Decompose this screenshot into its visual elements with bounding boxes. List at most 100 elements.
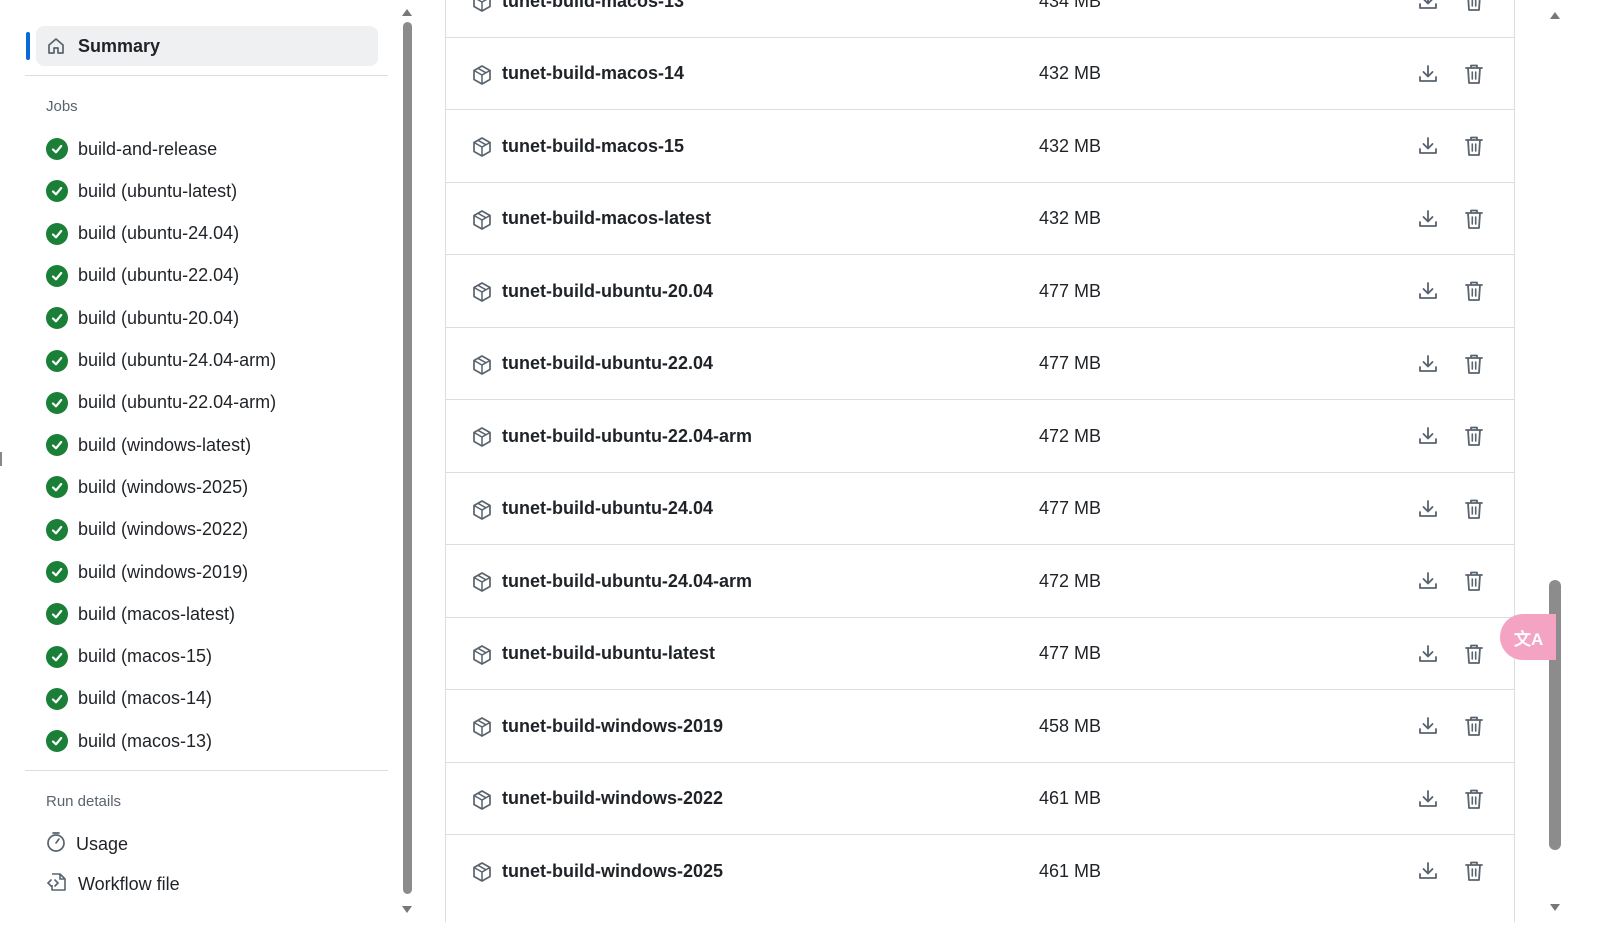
job-item[interactable]: build (windows-latest) [46,430,251,460]
trash-icon[interactable] [1464,715,1484,737]
artifact-name-link[interactable]: tunet-build-macos-14 [502,63,684,84]
download-icon[interactable] [1417,498,1439,520]
artifact-name-link[interactable]: tunet-build-ubuntu-22.04 [502,353,713,374]
artifact-name-link[interactable]: tunet-build-windows-2022 [502,788,723,809]
trash-icon[interactable] [1464,353,1484,375]
run-details-title: Run details [46,793,122,810]
job-item[interactable]: build (windows-2019) [46,557,248,587]
page-scroll-down-arrow-icon[interactable] [1550,904,1560,911]
scroll-down-arrow-icon[interactable] [402,906,412,913]
artifact-name-link[interactable]: tunet-build-macos-15 [502,136,684,157]
trash-icon[interactable] [1464,135,1484,157]
download-icon[interactable] [1417,280,1439,302]
job-label: build (windows-latest) [78,434,252,455]
artifact-size: 434 MB [1039,0,1102,11]
package-icon [471,426,493,448]
job-item[interactable]: build (windows-2022) [46,515,248,545]
divider [25,75,388,76]
artifact-name-link[interactable]: tunet-build-ubuntu-24.04-arm [502,571,752,592]
trash-icon[interactable] [1464,425,1484,447]
artifact-size: 432 MB [1039,63,1102,83]
check-circle-icon [46,264,68,287]
job-label: build (macos-13) [78,730,213,751]
trash-icon[interactable] [1464,63,1484,85]
file-code-icon [46,871,68,898]
sidebar-item-label: Usage [76,833,129,854]
artifact-name-link[interactable]: tunet-build-windows-2025 [502,861,723,882]
active-indicator [26,32,30,60]
job-item[interactable]: build (macos-15) [46,642,212,672]
artifact-size: 477 MB [1039,353,1102,373]
jobs-section-title: Jobs [46,98,78,115]
artifact-name-link[interactable]: tunet-build-macos-latest [502,208,711,229]
download-icon[interactable] [1417,570,1439,592]
artifact-name-link[interactable]: tunet-build-ubuntu-22.04-arm [502,426,752,447]
sidebar-item-workflow-file[interactable]: Workflow file [46,869,180,899]
job-item[interactable]: build (ubuntu-20.04) [46,303,239,333]
artifact-name-link[interactable]: tunet-build-ubuntu-20.04 [502,281,713,302]
package-icon [471,861,493,883]
job-item[interactable]: build (macos-14) [46,684,212,714]
job-label: build (windows-2022) [78,519,249,540]
job-label: build (ubuntu-24.04) [78,223,240,244]
artifact-row: tunet-build-macos-13 434 MB [446,0,1514,37]
download-icon[interactable] [1417,643,1439,665]
download-icon[interactable] [1417,63,1439,85]
download-icon[interactable] [1417,715,1439,737]
download-icon[interactable] [1417,788,1439,810]
sidebar-item-summary[interactable]: Summary [36,26,378,66]
artifact-size: 477 MB [1039,643,1102,663]
trash-icon[interactable] [1464,498,1484,520]
artifact-row: tunet-build-windows-2019 458 MB [446,689,1514,762]
job-item[interactable]: build (macos-13) [46,726,212,756]
artifact-name-link[interactable]: tunet-build-ubuntu-latest [502,643,715,664]
download-icon[interactable] [1417,353,1439,375]
trash-icon[interactable] [1464,570,1484,592]
artifact-name-link[interactable]: tunet-build-macos-13 [502,0,684,12]
package-icon [471,209,493,231]
check-circle-icon [46,180,68,203]
job-label: build (ubuntu-22.04-arm) [78,392,277,413]
job-item[interactable]: build (ubuntu-latest) [46,176,237,206]
download-icon[interactable] [1417,0,1439,12]
check-circle-icon [46,434,68,457]
trash-icon[interactable] [1464,860,1484,882]
check-circle-icon [46,391,68,414]
job-label: build (windows-2025) [78,476,249,497]
edge-handle [0,452,2,466]
artifact-name-link[interactable]: tunet-build-ubuntu-24.04 [502,498,713,519]
job-item[interactable]: build (macos-latest) [46,599,235,629]
job-item[interactable]: build (ubuntu-24.04-arm) [46,346,276,376]
trash-icon[interactable] [1464,788,1484,810]
translate-button[interactable]: 文A [1500,614,1556,660]
download-icon[interactable] [1417,208,1439,230]
job-item[interactable]: build-and-release [46,134,217,164]
artifact-name-link[interactable]: tunet-build-windows-2019 [502,716,723,737]
download-icon[interactable] [1417,135,1439,157]
scroll-up-arrow-icon[interactable] [402,9,412,16]
trash-icon[interactable] [1464,643,1484,665]
check-circle-icon [46,645,68,668]
trash-icon[interactable] [1464,0,1484,12]
package-icon [471,281,493,303]
job-item[interactable]: build (ubuntu-24.04) [46,219,239,249]
sidebar-scrollbar-thumb[interactable] [403,22,412,894]
download-icon[interactable] [1417,860,1439,882]
artifact-row: tunet-build-ubuntu-22.04 477 MB [446,326,1514,400]
job-label: build (ubuntu-24.04-arm) [78,350,277,370]
job-item[interactable]: build (windows-2025) [46,472,248,502]
job-item[interactable]: build (ubuntu-22.04-arm) [46,388,276,418]
trash-icon[interactable] [1464,280,1484,302]
download-icon[interactable] [1417,425,1439,447]
artifact-row: tunet-build-ubuntu-24.04 477 MB [446,471,1514,545]
artifact-row: tunet-build-windows-2022 461 MB [446,761,1514,835]
job-item[interactable]: build (ubuntu-22.04) [46,261,239,291]
page-scroll-up-arrow-icon[interactable] [1550,12,1560,19]
check-circle-icon [46,603,68,626]
trash-icon[interactable] [1464,208,1484,230]
job-label: build (ubuntu-20.04) [78,307,240,328]
package-icon [471,499,493,521]
package-icon [471,716,493,738]
sidebar-item-usage[interactable]: Usage [46,829,128,859]
divider [25,770,388,771]
